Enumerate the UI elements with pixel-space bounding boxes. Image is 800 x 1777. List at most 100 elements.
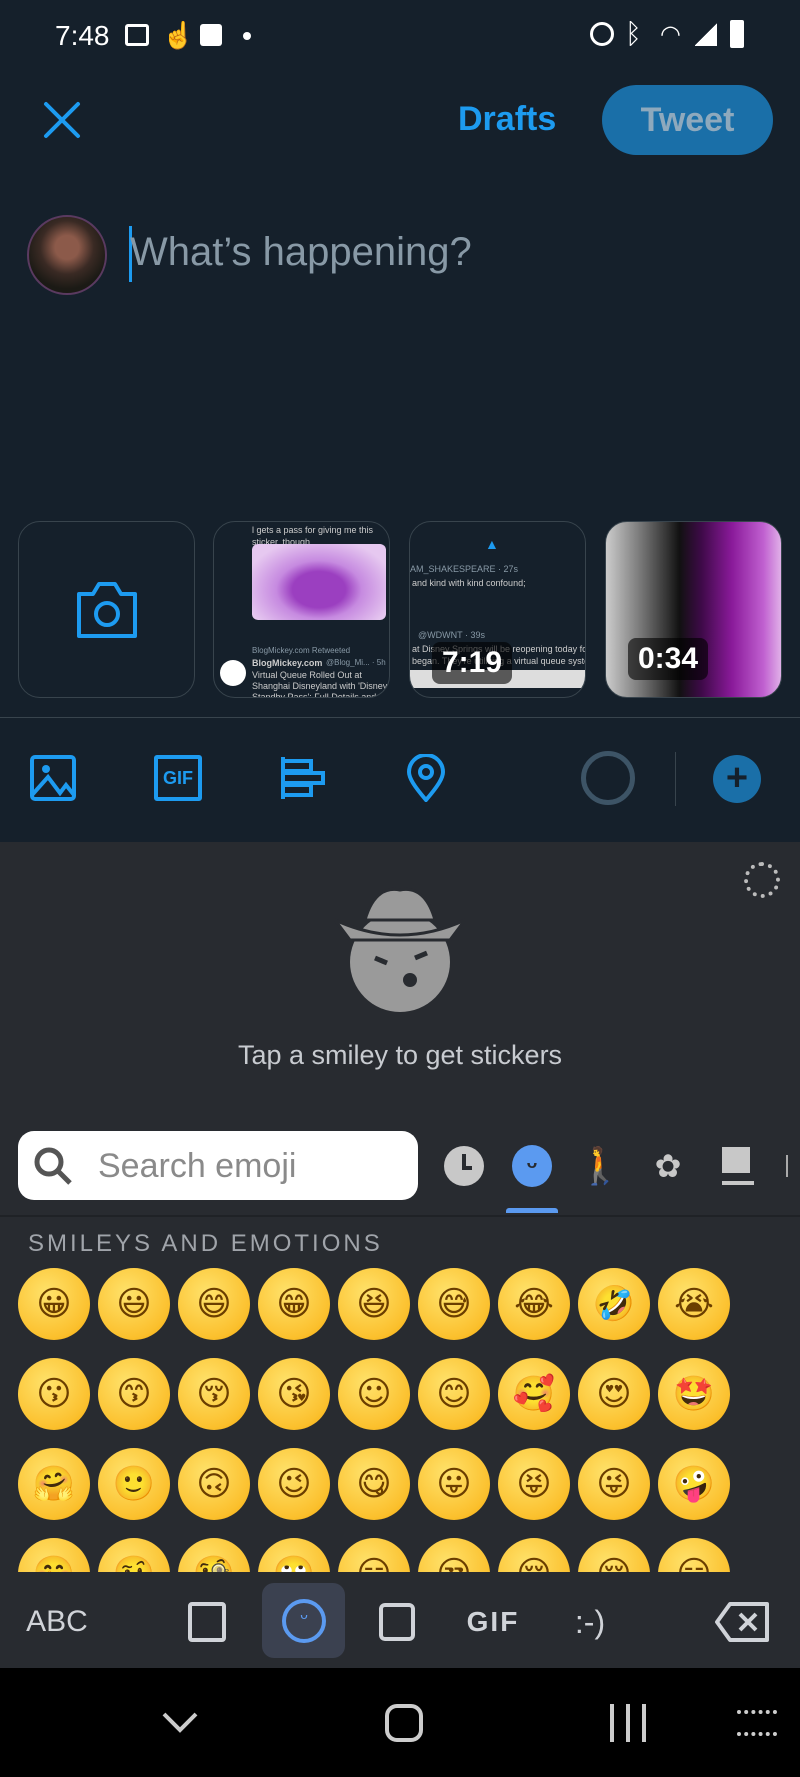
emoji-key[interactable]: ☺ — [338, 1358, 410, 1430]
cowboy-sticker-icon — [330, 880, 470, 1020]
touch-icon: ☝ — [162, 20, 195, 50]
emoji-key[interactable]: 😆 — [338, 1268, 410, 1340]
emoji-key[interactable]: 😔 — [498, 1538, 570, 1572]
category-selected-indicator — [506, 1208, 558, 1213]
emoji-key[interactable]: 🤣 — [578, 1268, 650, 1340]
location-button[interactable] — [396, 748, 456, 808]
emoji-key[interactable]: 🤨 — [98, 1538, 170, 1572]
heart-sticker-image — [252, 544, 386, 620]
divider — [0, 717, 800, 718]
animals-icon: ✿ — [654, 1148, 682, 1184]
settings-gear-icon[interactable] — [744, 862, 780, 898]
emoji-key[interactable]: 😏 — [338, 1538, 410, 1572]
navigation-bar — [0, 1668, 800, 1777]
gif-button[interactable]: GIF — [148, 748, 208, 808]
drafts-button[interactable]: Drafts — [458, 100, 556, 139]
emoji-key[interactable]: 😋 — [338, 1448, 410, 1520]
category-people[interactable]: 🚶 — [574, 1140, 626, 1192]
avatar[interactable] — [27, 215, 107, 295]
emoticon-tab-button[interactable]: :-) — [555, 1590, 625, 1654]
category-animals[interactable]: ✿ — [642, 1140, 694, 1192]
battery-icon — [730, 20, 744, 48]
bluetooth-icon: ᛒ — [625, 18, 642, 49]
media-thumbnail[interactable]: 0:34 — [605, 521, 782, 698]
emoji-key[interactable]: 😀 — [18, 1268, 90, 1340]
emoji-key[interactable]: 😄 — [178, 1268, 250, 1340]
status-time: 7:48 — [55, 20, 110, 51]
emoji-key[interactable]: 🤗 — [18, 1448, 90, 1520]
thumb-text: @WDWNT · 39s — [418, 630, 485, 640]
emoji-grid: 😀😃😄😁😆😅😂🤣😭 😗😙😚😘☺😊🥰😍🤩 🤗🙂🙃😉😋😛😝😜🤪 🤭🤨🧐🙄😏😒😔😌😑 — [0, 1268, 800, 1572]
gif-tab-button[interactable]: GIF — [458, 1590, 528, 1654]
hide-keyboard-button[interactable] — [160, 1708, 200, 1736]
emoji-key[interactable]: 😁 — [258, 1268, 330, 1340]
emoji-key[interactable]: 😃 — [98, 1268, 170, 1340]
emoji-key[interactable]: 🤩 — [658, 1358, 730, 1430]
dot-icon — [243, 32, 251, 40]
image-icon — [125, 24, 149, 46]
media-thumbnail[interactable]: ▲ AM_SHAKESPEARE · 27s and kind with kin… — [409, 521, 586, 698]
emoji-key[interactable]: 😉 — [258, 1448, 330, 1520]
emoji-tab-button[interactable]: ᵕ — [262, 1583, 345, 1658]
video-duration: 0:34 — [628, 638, 709, 680]
emoji-key[interactable]: 🧐 — [178, 1538, 250, 1572]
section-title: SMILEYS AND EMOTIONS — [28, 1230, 383, 1257]
poll-button[interactable] — [272, 748, 332, 808]
recent-apps-button[interactable] — [610, 1704, 646, 1742]
emoji-key[interactable]: 🙄 — [258, 1538, 330, 1572]
emoji-key[interactable]: 😚 — [178, 1358, 250, 1430]
thumb-text: @Blog_Mi... · 5h — [326, 658, 386, 667]
thumb-text: Virtual Queue Rolled Out at Shanghai Dis… — [252, 670, 388, 698]
emoji-key[interactable]: 😭 — [658, 1268, 730, 1340]
abc-button[interactable]: ABC — [20, 1590, 94, 1654]
emoji-key[interactable]: 🥰 — [498, 1358, 570, 1430]
compose-input[interactable]: What’s happening? — [130, 230, 472, 275]
category-recent[interactable] — [438, 1140, 490, 1192]
emoji-key[interactable]: 😙 — [98, 1358, 170, 1430]
signal-icon — [695, 22, 717, 46]
emoji-key[interactable]: 🙃 — [178, 1448, 250, 1520]
emoji-key[interactable]: 😂 — [498, 1268, 570, 1340]
emoji-key[interactable]: 🤪 — [658, 1448, 730, 1520]
home-button[interactable] — [385, 1704, 423, 1742]
emoji-search-input[interactable]: Search emoji — [18, 1131, 418, 1200]
emoji-key[interactable]: 😊 — [418, 1358, 490, 1430]
sticker-button[interactable] — [367, 1590, 427, 1654]
emoji-key[interactable]: 😒 — [418, 1538, 490, 1572]
divider — [0, 1215, 800, 1217]
message-icon — [200, 24, 222, 46]
close-button[interactable] — [40, 98, 84, 142]
divider — [675, 752, 676, 806]
emoji-key[interactable]: 😜 — [578, 1448, 650, 1520]
wifi-icon: ◠ — [660, 21, 681, 48]
gif-icon: GIF — [154, 755, 202, 801]
poll-icon — [281, 757, 325, 799]
category-food[interactable] — [712, 1140, 764, 1192]
emoji-key[interactable]: 😛 — [418, 1448, 490, 1520]
emoji-key[interactable]: 😅 — [418, 1268, 490, 1340]
backspace-button[interactable] — [712, 1590, 772, 1654]
emoji-key[interactable]: 😗 — [18, 1358, 90, 1430]
twitter-bird-icon: ▲ — [485, 536, 499, 552]
emoji-key[interactable]: 🙂 — [98, 1448, 170, 1520]
thumb-text: BlogMickey.com Retweeted — [252, 646, 351, 655]
emoji-key[interactable]: 😍 — [578, 1358, 650, 1430]
keyboard-switch-button[interactable] — [737, 1710, 777, 1736]
emoji-key[interactable]: 🤭 — [18, 1538, 90, 1572]
status-bar: 7:48 ☝ ᛒ ◠ — [0, 0, 800, 75]
tweet-button[interactable]: Tweet — [602, 85, 773, 155]
category-smileys[interactable]: ᵕ — [506, 1140, 558, 1192]
emoji-key[interactable]: 😘 — [258, 1358, 330, 1430]
camera-button[interactable] — [18, 521, 195, 698]
emoji-key[interactable]: 😝 — [498, 1448, 570, 1520]
alarm-icon — [590, 22, 614, 46]
add-thread-button[interactable]: + — [713, 755, 761, 803]
emoji-key[interactable]: 😑 — [658, 1538, 730, 1572]
thumb-text: AM_SHAKESPEARE · 27s — [410, 564, 519, 574]
sticker-search-button[interactable] — [177, 1590, 237, 1654]
emoji-key[interactable]: 😌 — [578, 1538, 650, 1572]
add-image-button[interactable] — [23, 748, 83, 808]
character-count-ring — [581, 751, 635, 805]
search-icon — [34, 1147, 72, 1185]
media-thumbnail[interactable]: l gets a pass for giving me this sticker… — [213, 521, 390, 698]
